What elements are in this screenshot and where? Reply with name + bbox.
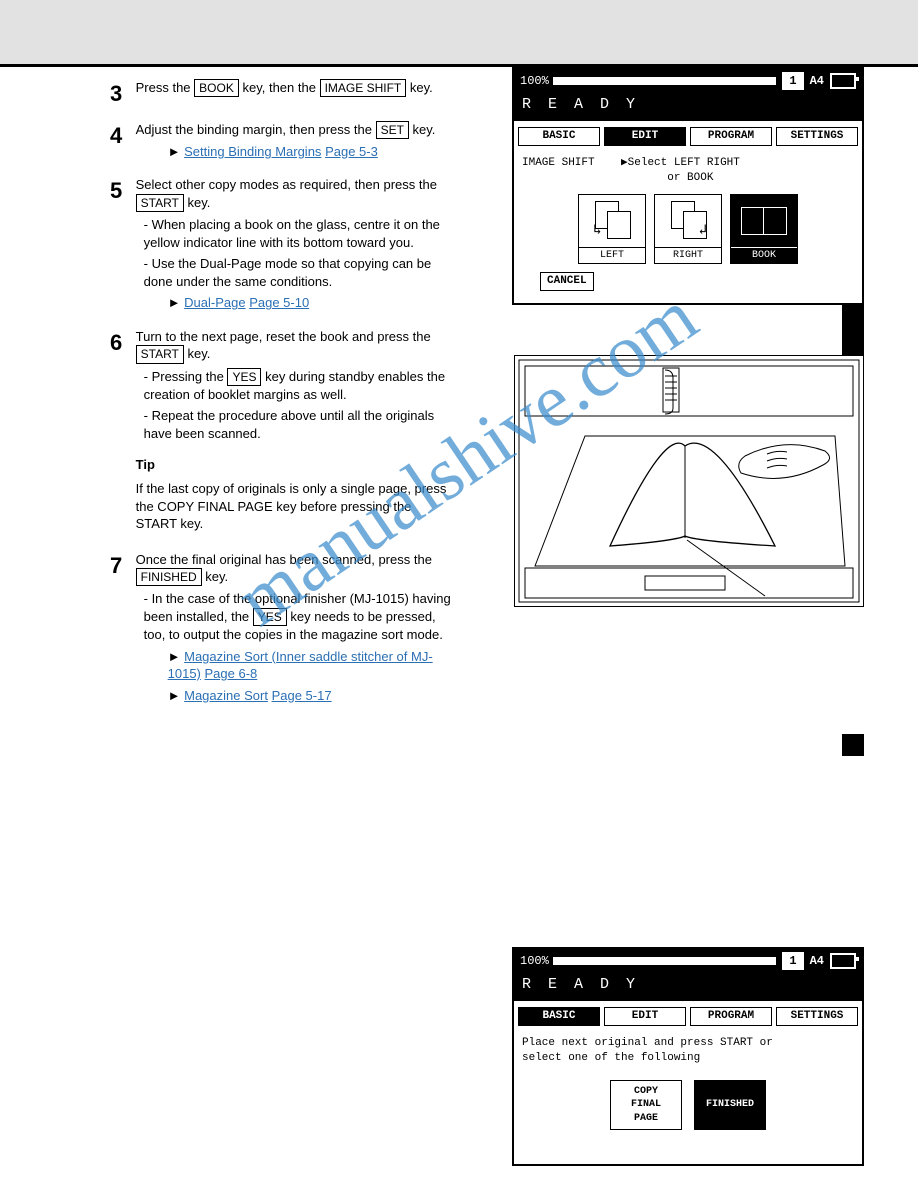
zoom-bar-2 [553, 957, 777, 965]
yes-key-label: YES [227, 368, 261, 386]
paper-size: A4 [810, 73, 824, 89]
copy-final-page-l2: FINAL [631, 1099, 661, 1110]
page-corner-box [842, 734, 864, 756]
step-6-text-a: Turn to the next page, reset the book an… [136, 329, 431, 344]
tab-basic-2[interactable]: BASIC [518, 1007, 600, 1026]
step-5-text-b: key. [187, 195, 210, 210]
step-4-text-a: Adjust the binding margin, then press th… [136, 122, 376, 137]
finished-label: FINISHED [706, 1098, 754, 1112]
shift-option-left[interactable]: ↳ LEFT [578, 194, 646, 265]
step-3-text-c: key. [410, 80, 433, 95]
step-3-number: 3 [110, 79, 132, 109]
battery-icon-2 [830, 953, 856, 969]
zoom-value-2: 100% [520, 953, 549, 969]
image-shift-label: IMAGE SHIFT [522, 157, 595, 169]
ready-status-2: R E A D Y [514, 973, 862, 1001]
shift-option-left-label: LEFT [579, 247, 645, 264]
step-3-text-b: key, then the [242, 80, 319, 95]
see-dual-page[interactable]: Dual-Page [184, 295, 245, 310]
copy-final-page-l1: COPY [634, 1086, 658, 1097]
step-6-cont: - Repeat the procedure above until all t… [144, 407, 456, 442]
step-6-number: 6 [110, 328, 132, 358]
arrow-icon: ► [168, 295, 181, 310]
start-key-label-2: START [136, 345, 184, 363]
step-5-text-a: Select other copy modes as required, the… [136, 177, 437, 192]
yes-key-label-2: YES [253, 608, 287, 626]
copy-final-page-l3: PAGE [634, 1113, 658, 1124]
place-next-hint-2: select one of the following [522, 1052, 700, 1064]
shift-option-book[interactable]: BOOK [730, 194, 798, 265]
finished-key-label: FINISHED [136, 568, 202, 586]
arrow-icon: ► [168, 688, 181, 703]
tab-edit-2[interactable]: EDIT [604, 1007, 686, 1026]
ready-status: R E A D Y [514, 93, 862, 121]
step-7-text-b: key. [205, 569, 228, 584]
tab-settings-2[interactable]: SETTINGS [776, 1007, 858, 1026]
step-5-note1: - When placing a book on the glass, cent… [144, 216, 456, 251]
cancel-button[interactable]: CANCEL [540, 272, 594, 291]
copy-final-page-button[interactable]: COPY FINAL PAGE [610, 1080, 682, 1131]
book-key-label: BOOK [194, 79, 239, 97]
shift-option-right-label: RIGHT [655, 247, 721, 264]
step-4-text-b: key. [413, 122, 436, 137]
tip-heading: Tip [136, 457, 155, 472]
step-5-number: 5 [110, 176, 132, 206]
screen2-tabs: BASIC EDIT PROGRAM SETTINGS [514, 1001, 862, 1032]
step-6-note-a: - Pressing the [144, 369, 228, 384]
see-magsort-2[interactable]: Magazine Sort [184, 688, 268, 703]
shift-option-right[interactable]: ↲ RIGHT [654, 194, 722, 265]
tab-settings[interactable]: SETTINGS [776, 127, 858, 146]
zoom-bar [553, 77, 777, 85]
tab-program[interactable]: PROGRAM [690, 127, 772, 146]
screen1-tabs: BASIC EDIT PROGRAM SETTINGS [514, 121, 862, 152]
see-magsort-1-page[interactable]: Page 6-8 [205, 666, 258, 681]
step-7: 7 Once the final original has been scann… [110, 551, 465, 709]
copy-count: 1 [782, 72, 803, 90]
step-7-text-a: Once the final original has been scanned… [136, 552, 432, 567]
finished-button[interactable]: FINISHED [694, 1080, 766, 1131]
place-next-hint-1: Place next original and press START or [522, 1037, 773, 1049]
tab-program-2[interactable]: PROGRAM [690, 1007, 772, 1026]
lcd-screen-image-shift: 100% 1 A4 R E A D Y BASIC EDIT PROGRAM S… [512, 67, 864, 305]
tab-edit[interactable]: EDIT [604, 127, 686, 146]
top-band [0, 0, 918, 67]
battery-icon [830, 73, 856, 89]
image-shift-key-label: IMAGE SHIFT [320, 79, 407, 97]
copy-count-2: 1 [782, 952, 803, 970]
step-6-text-b: key. [187, 346, 210, 361]
arrow-icon: ► [168, 649, 181, 664]
book-on-glass-illustration [514, 355, 864, 607]
step-5: 5 Select other copy modes as required, t… [110, 176, 465, 315]
image-shift-hint-2: or BOOK [667, 172, 713, 184]
set-key-label: SET [376, 121, 409, 139]
zoom-value: 100% [520, 73, 549, 89]
step-4: 4 Adjust the binding margin, then press … [110, 121, 465, 165]
see-dual-page-page[interactable]: Page 5-10 [249, 295, 309, 310]
image-shift-hint: ▶Select LEFT RIGHT [621, 157, 740, 169]
step-3-text-a: Press the [136, 80, 195, 95]
see-magsort-2-page[interactable]: Page 5-17 [272, 688, 332, 703]
step-6: 6 Turn to the next page, reset the book … [110, 328, 465, 539]
step-5-note2: - Use the Dual-Page mode so that copying… [144, 255, 456, 290]
see-binding-margins-page[interactable]: Page 5-3 [325, 144, 378, 159]
shift-option-book-label: BOOK [731, 247, 797, 264]
arrow-icon: ► [168, 144, 181, 159]
lcd-screen-finished: 100% 1 A4 R E A D Y BASIC EDIT PROGRAM S… [512, 947, 864, 1166]
page-content: manualshive.com 3 Press the BOOK key, th… [0, 67, 918, 760]
tab-basic[interactable]: BASIC [518, 127, 600, 146]
start-key-label: START [136, 194, 184, 212]
see-binding-margins[interactable]: Setting Binding Margins [184, 144, 321, 159]
step-3: 3 Press the BOOK key, then the IMAGE SHI… [110, 79, 465, 109]
step-7-number: 7 [110, 551, 132, 581]
paper-size-2: A4 [810, 953, 824, 969]
tip-body: If the last copy of originals is only a … [136, 480, 456, 533]
step-4-number: 4 [110, 121, 132, 151]
